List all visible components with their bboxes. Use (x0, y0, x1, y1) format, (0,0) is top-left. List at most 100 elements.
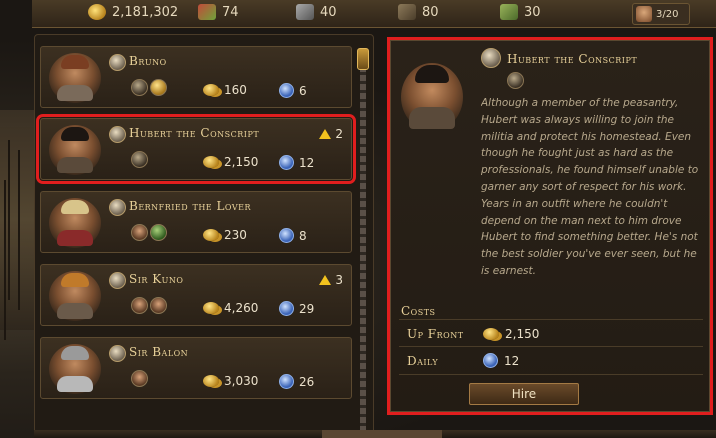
daily-upkeep-icon (279, 374, 294, 389)
men-resource: 80 (398, 4, 439, 20)
hire-cost: 230 (203, 228, 247, 242)
trait-list (131, 151, 148, 168)
resource-bar: 2,181,302 74 40 80 30 3/20 (32, 0, 716, 28)
tools-amount: 40 (320, 4, 337, 20)
up-front-label: Up Front (407, 327, 464, 341)
daily-upkeep: 26 (279, 374, 314, 389)
tools-icon (296, 4, 314, 20)
face-trait-icon[interactable] (150, 297, 167, 314)
mercenary-portrait (49, 344, 101, 394)
gold-icon (88, 4, 106, 20)
divider (399, 346, 703, 347)
daily-upkeep-value: 12 (299, 155, 315, 170)
up-front-value: 2,150 (505, 327, 540, 341)
hire-cost-value: 3,030 (224, 374, 259, 388)
daily-cost: 12 (483, 353, 519, 368)
men-amount: 80 (422, 4, 439, 20)
hire-cost: 4,260 (203, 301, 258, 315)
bottom-bar (34, 430, 716, 438)
mercenary-card[interactable]: Sir Kuno 4,260 29 3 (40, 264, 352, 326)
trait-list (131, 370, 148, 387)
gold-icon (203, 229, 219, 241)
level-up-count: 2 (335, 127, 343, 141)
hire-cost: 2,150 (203, 155, 258, 169)
mercenary-name: Sir Kuno (129, 272, 184, 286)
gold-resource: 2,181,302 (88, 4, 178, 20)
food-amount: 74 (222, 4, 239, 20)
gold-icon (203, 302, 219, 314)
daily-value: 12 (504, 353, 520, 368)
daily-upkeep-value: 26 (299, 374, 315, 389)
costs-heading: Costs (401, 304, 436, 318)
up-front-cost: 2,150 (483, 327, 539, 341)
party-size[interactable]: 3/20 (632, 3, 690, 25)
mercenary-card[interactable]: Bruno 160 6 (40, 46, 352, 108)
daily-upkeep: 6 (279, 83, 307, 98)
mercenary-card[interactable]: Bernfried the Lover 230 8 (40, 191, 352, 253)
hire-cost-value: 4,260 (224, 301, 259, 315)
scrollbar-track[interactable] (360, 66, 366, 438)
party-portrait-icon (636, 6, 652, 22)
mercenary-name: Sir Balon (129, 345, 189, 359)
divider (399, 374, 703, 375)
herb-icon (500, 4, 518, 20)
hire-cost-value: 2,150 (224, 155, 259, 169)
mercenary-portrait (49, 53, 101, 103)
level-up-arrow-icon (319, 129, 332, 139)
hire-button[interactable]: Hire (469, 383, 579, 405)
daily-upkeep-icon (279, 155, 294, 170)
moon-trait-icon[interactable] (131, 79, 148, 96)
class-badge-icon (109, 199, 126, 216)
gold-icon (483, 328, 499, 340)
roster-scrollbar[interactable] (357, 48, 369, 438)
hire-cost-value: 230 (224, 228, 247, 242)
daily-upkeep-value: 6 (299, 83, 307, 98)
gold-icon (203, 375, 219, 387)
daily-upkeep-value: 29 (299, 301, 315, 316)
class-badge-icon (109, 272, 126, 289)
daily-upkeep-icon (279, 301, 294, 316)
face-trait-icon[interactable] (131, 224, 148, 241)
hire-cost-value: 160 (224, 83, 247, 97)
detail-trait-icon[interactable] (507, 72, 524, 89)
gold-icon (203, 156, 219, 168)
daily-upkeep-icon (483, 353, 498, 368)
gold-trait-icon[interactable] (150, 79, 167, 96)
gold-icon (203, 84, 219, 96)
mercenary-card[interactable]: Hubert the Conscript 2,150 12 2 (36, 114, 356, 184)
tools-resource: 40 (296, 4, 337, 20)
level-up-indicator: 2 (319, 127, 343, 141)
mercenary-portrait (49, 198, 101, 248)
trait-icon[interactable] (131, 151, 148, 168)
level-up-count: 3 (335, 273, 343, 287)
mercenary-detail-panel: Hubert the Conscript Although a member o… (387, 37, 713, 415)
trait-list (131, 79, 167, 96)
detail-portrait (401, 63, 463, 131)
class-badge-icon (481, 48, 501, 68)
daily-upkeep: 29 (279, 301, 314, 316)
divider (399, 319, 703, 320)
herbs-resource: 30 (500, 4, 541, 20)
trait-list (131, 297, 167, 314)
green-trait-icon[interactable] (150, 224, 167, 241)
scrollbar-thumb[interactable] (357, 48, 369, 70)
mercenary-name: Hubert the Conscript (129, 126, 260, 140)
level-up-indicator: 3 (319, 273, 343, 287)
mercenary-name: Bruno (129, 54, 167, 68)
daily-label: Daily (407, 354, 439, 368)
party-count: 3/20 (656, 8, 679, 20)
mercenary-portrait (49, 125, 101, 175)
face-trait-icon[interactable] (131, 370, 148, 387)
face-trait-icon[interactable] (131, 297, 148, 314)
detail-description: Although a member of the peasantry, Hube… (481, 97, 699, 275)
hire-cost: 3,030 (203, 374, 258, 388)
daily-upkeep: 12 (279, 155, 314, 170)
food-resource: 74 (198, 4, 239, 20)
mercenary-card[interactable]: Sir Balon 3,030 26 (40, 337, 352, 399)
food-icon (198, 4, 216, 20)
hire-cost: 160 (203, 83, 247, 97)
class-badge-icon (109, 54, 126, 71)
men-icon (398, 4, 416, 20)
mercenary-name: Bernfried the Lover (129, 199, 251, 213)
herbs-amount: 30 (524, 4, 541, 20)
